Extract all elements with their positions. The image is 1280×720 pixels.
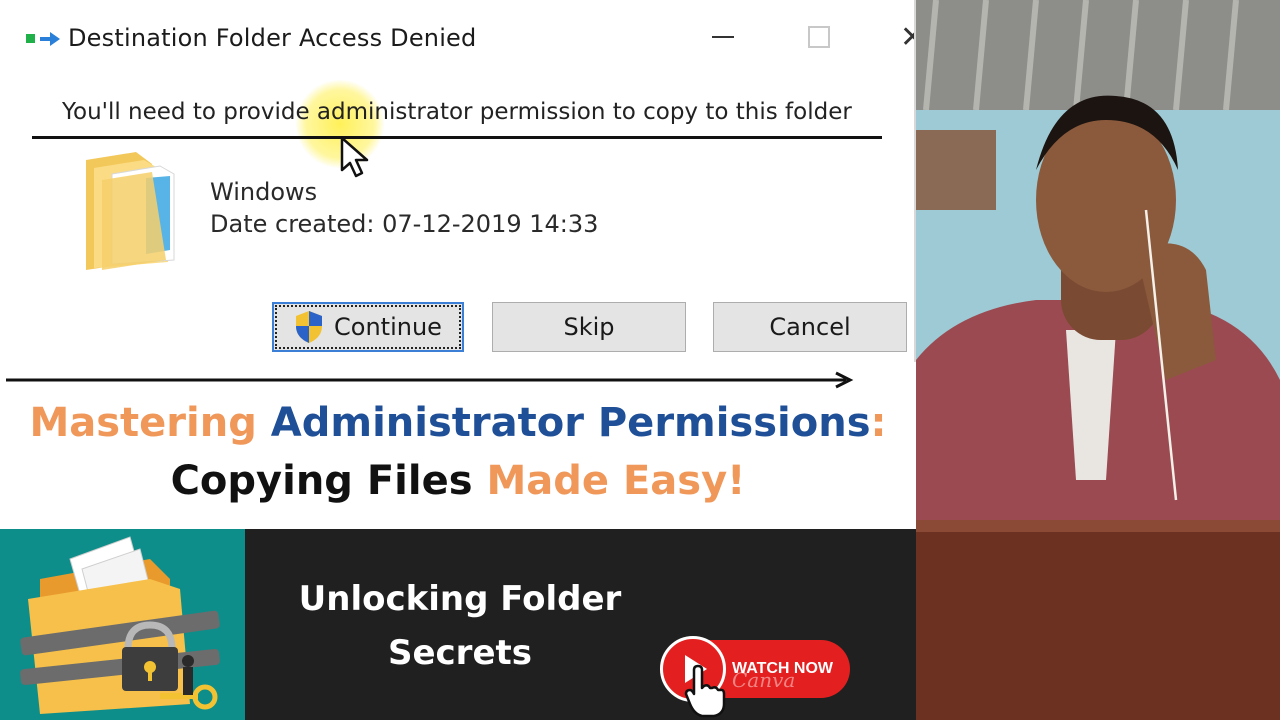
headline-copying-files: Copying Files bbox=[170, 458, 473, 504]
app-icon bbox=[26, 32, 60, 46]
continue-label: Continue bbox=[334, 313, 442, 341]
dialog-title: Destination Folder Access Denied bbox=[68, 24, 477, 52]
banner-subtitle: Unlocking Folder Secrets bbox=[270, 572, 650, 680]
watch-now-label: WATCH NOW bbox=[732, 660, 834, 677]
folder-name: Windows bbox=[210, 178, 318, 206]
locked-folder-panel bbox=[0, 529, 245, 720]
hand-pointer-icon bbox=[684, 664, 726, 718]
headline-word-mastering: Mastering bbox=[29, 400, 257, 446]
access-denied-dialog: Destination Folder Access Denied ✕ You'l… bbox=[0, 0, 916, 362]
folder-date-created: Date created: 07-12-2019 14:33 bbox=[210, 210, 599, 238]
locked-folder-icon bbox=[20, 536, 220, 714]
skip-label: Skip bbox=[563, 313, 615, 341]
presenter-photo bbox=[916, 0, 1280, 720]
continue-button[interactable]: Continue bbox=[272, 302, 464, 352]
cancel-button[interactable]: Cancel bbox=[713, 302, 907, 352]
headline-colon: : bbox=[870, 400, 887, 446]
maximize-button[interactable] bbox=[808, 26, 830, 48]
subtitle-line-2: Secrets bbox=[387, 633, 533, 673]
headline-line-2: Copying Files Made Easy! bbox=[0, 452, 916, 510]
headline-line-1: Mastering Administrator Permissions: bbox=[0, 394, 916, 452]
skip-button[interactable]: Skip bbox=[492, 302, 686, 352]
headline-made-easy: Made Easy! bbox=[486, 458, 746, 504]
close-button[interactable]: ✕ bbox=[900, 20, 914, 55]
headline: Mastering Administrator Permissions: Cop… bbox=[0, 394, 916, 510]
underline-rule bbox=[32, 136, 882, 139]
dialog-message: You'll need to provide administrator per… bbox=[62, 99, 852, 125]
shield-icon bbox=[296, 311, 323, 343]
cancel-label: Cancel bbox=[769, 313, 851, 341]
cursor-icon bbox=[340, 136, 369, 178]
presenter-image bbox=[916, 0, 1280, 720]
headline-admin-permissions: Administrator Permissions bbox=[270, 400, 871, 446]
minimize-button[interactable] bbox=[712, 36, 734, 38]
subtitle-line-1: Unlocking Folder bbox=[298, 579, 622, 619]
right-arrow bbox=[6, 371, 854, 389]
folder-icon bbox=[86, 152, 175, 270]
